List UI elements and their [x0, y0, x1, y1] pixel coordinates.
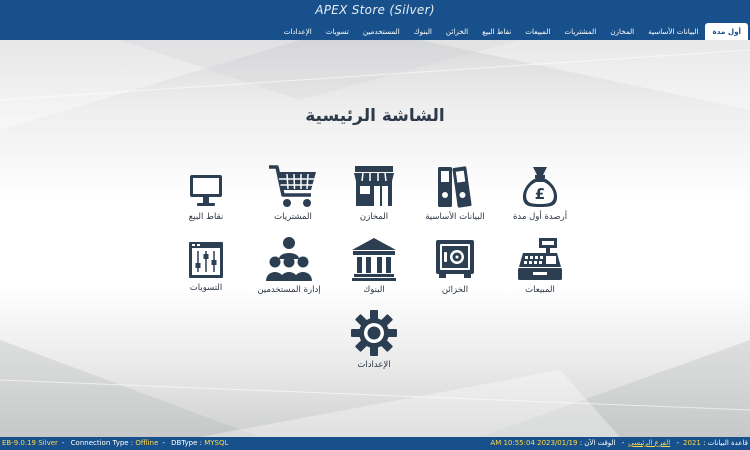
shopping-cart-icon	[269, 165, 316, 207]
tile-opening-balances[interactable]: £ أرصدة أول مدة	[495, 162, 585, 222]
binders-icon	[438, 166, 472, 208]
tile-sales[interactable]: المبيعات	[495, 235, 585, 295]
tile-label: إدارة المستخدمين	[257, 285, 321, 295]
menu-bar: أول مدة البيانات الأساسية المخازن المشتر…	[0, 22, 750, 40]
status-left: EB-9.0.19 Silver - Connection Type : Offl…	[2, 439, 229, 447]
tile-label: المبيعات	[525, 285, 555, 295]
status-bar: EB-9.0.19 Silver - Connection Type : Offl…	[0, 437, 750, 450]
tile-label: المشتريات	[274, 212, 312, 222]
connection-type-label: Connection Type :	[70, 439, 134, 447]
tile-purchases[interactable]: المشتريات	[248, 162, 338, 222]
tile-basic-data[interactable]: البيانات الأساسية	[410, 162, 500, 222]
tile-label: الخزائن	[441, 285, 469, 295]
time-label: الوقت الآن :	[579, 439, 616, 447]
tile-label: التسويات	[189, 283, 223, 293]
tile-label: الإعدادات	[357, 360, 391, 370]
tile-settings[interactable]: الإعدادات	[329, 308, 419, 370]
menu-item-treasuries[interactable]: الخزائن	[439, 23, 475, 40]
menu-item-adjustments[interactable]: تسويات	[319, 23, 356, 40]
tile-banks[interactable]: البنوك	[329, 235, 419, 295]
status-right: قاعدة البيانات : 2021- الفرع الرئيسي- ال…	[490, 439, 748, 447]
tile-treasuries[interactable]: الخزائن	[410, 235, 500, 295]
sliders-icon	[189, 242, 223, 278]
branch-link[interactable]: الفرع الرئيسي	[628, 439, 670, 447]
tile-user-management[interactable]: إدارة المستخدمين	[244, 235, 334, 295]
menu-item-warehouses[interactable]: المخازن	[603, 23, 641, 40]
tile-label: البيانات الأساسية	[425, 212, 485, 222]
menu-item-pos[interactable]: نقاط البيع	[475, 23, 518, 40]
menu-item-sales[interactable]: المبيعات	[518, 23, 557, 40]
title-bar: APEX Store (Silver)	[0, 0, 750, 22]
users-icon	[266, 237, 312, 281]
database-label: قاعدة البيانات :	[703, 439, 748, 447]
database-value: 2021	[683, 439, 701, 447]
gear-icon	[351, 310, 397, 356]
page-title: الشاشة الرئيسية	[305, 106, 445, 126]
tile-label: نقاط البيع	[188, 212, 224, 222]
tile-label: أرصدة أول مدة	[512, 212, 568, 222]
tile-warehouses[interactable]: المخازن	[329, 162, 419, 222]
time-value: AM 10:55:04 2023/01/19	[490, 439, 578, 447]
dbtype-value: MYSQL	[204, 439, 229, 447]
svg-text:£: £	[535, 185, 545, 203]
menu-item-settings[interactable]: الإعدادات	[277, 23, 319, 40]
tile-adjustments[interactable]: التسويات	[161, 239, 251, 293]
tile-pos[interactable]: نقاط البيع	[161, 170, 251, 222]
store-icon	[354, 166, 394, 206]
bank-icon	[352, 238, 396, 281]
dbtype-label: DBType :	[171, 439, 202, 447]
connection-type-value: Offline	[135, 439, 159, 447]
menu-item-users[interactable]: المستخدمين	[356, 23, 407, 40]
main-dashboard: الشاشة الرئيسية £ أرصدة أول مدة البيانات…	[0, 40, 750, 437]
monitor-icon	[190, 175, 222, 206]
menu-item-opening-balances[interactable]: أول مدة	[705, 23, 748, 40]
cash-register-icon	[518, 238, 562, 280]
money-bag-icon: £	[522, 167, 558, 207]
tile-label: البنوك	[363, 285, 385, 295]
menu-item-purchases[interactable]: المشتريات	[557, 23, 603, 40]
menu-item-banks[interactable]: البنوك	[407, 23, 439, 40]
menu-item-basic-data[interactable]: البيانات الأساسية	[641, 23, 705, 40]
safe-icon	[436, 240, 474, 278]
window-title: APEX Store (Silver)	[315, 3, 435, 17]
version-text: EB-9.0.19 Silver	[2, 439, 58, 447]
tile-label: المخازن	[359, 212, 389, 222]
